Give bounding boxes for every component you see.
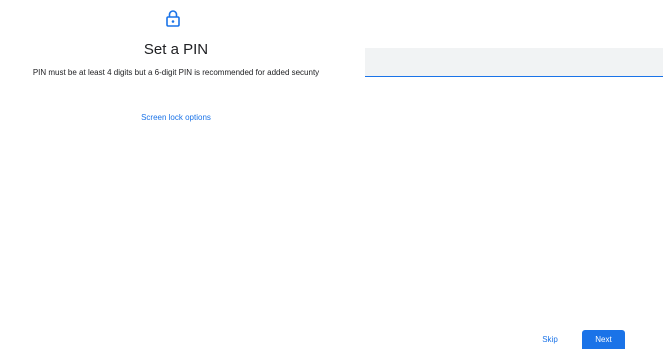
page-title: Set a PIN	[143, 41, 209, 58]
lock-icon	[166, 10, 180, 27]
screen-lock-options-link[interactable]: Screen lock options	[0, 113, 352, 123]
header-pane: Set a PIN PIN must be at least 4 digits …	[0, 0, 352, 349]
skip-button[interactable]: Skip	[532, 330, 568, 349]
pin-requirements-text: PIN must be at least 4 digits but a 6-di…	[32, 68, 320, 77]
pin-input[interactable]	[365, 48, 663, 77]
set-pin-screen: Set a PIN PIN must be at least 4 digits …	[0, 0, 663, 349]
next-button[interactable]: Next	[582, 330, 625, 349]
